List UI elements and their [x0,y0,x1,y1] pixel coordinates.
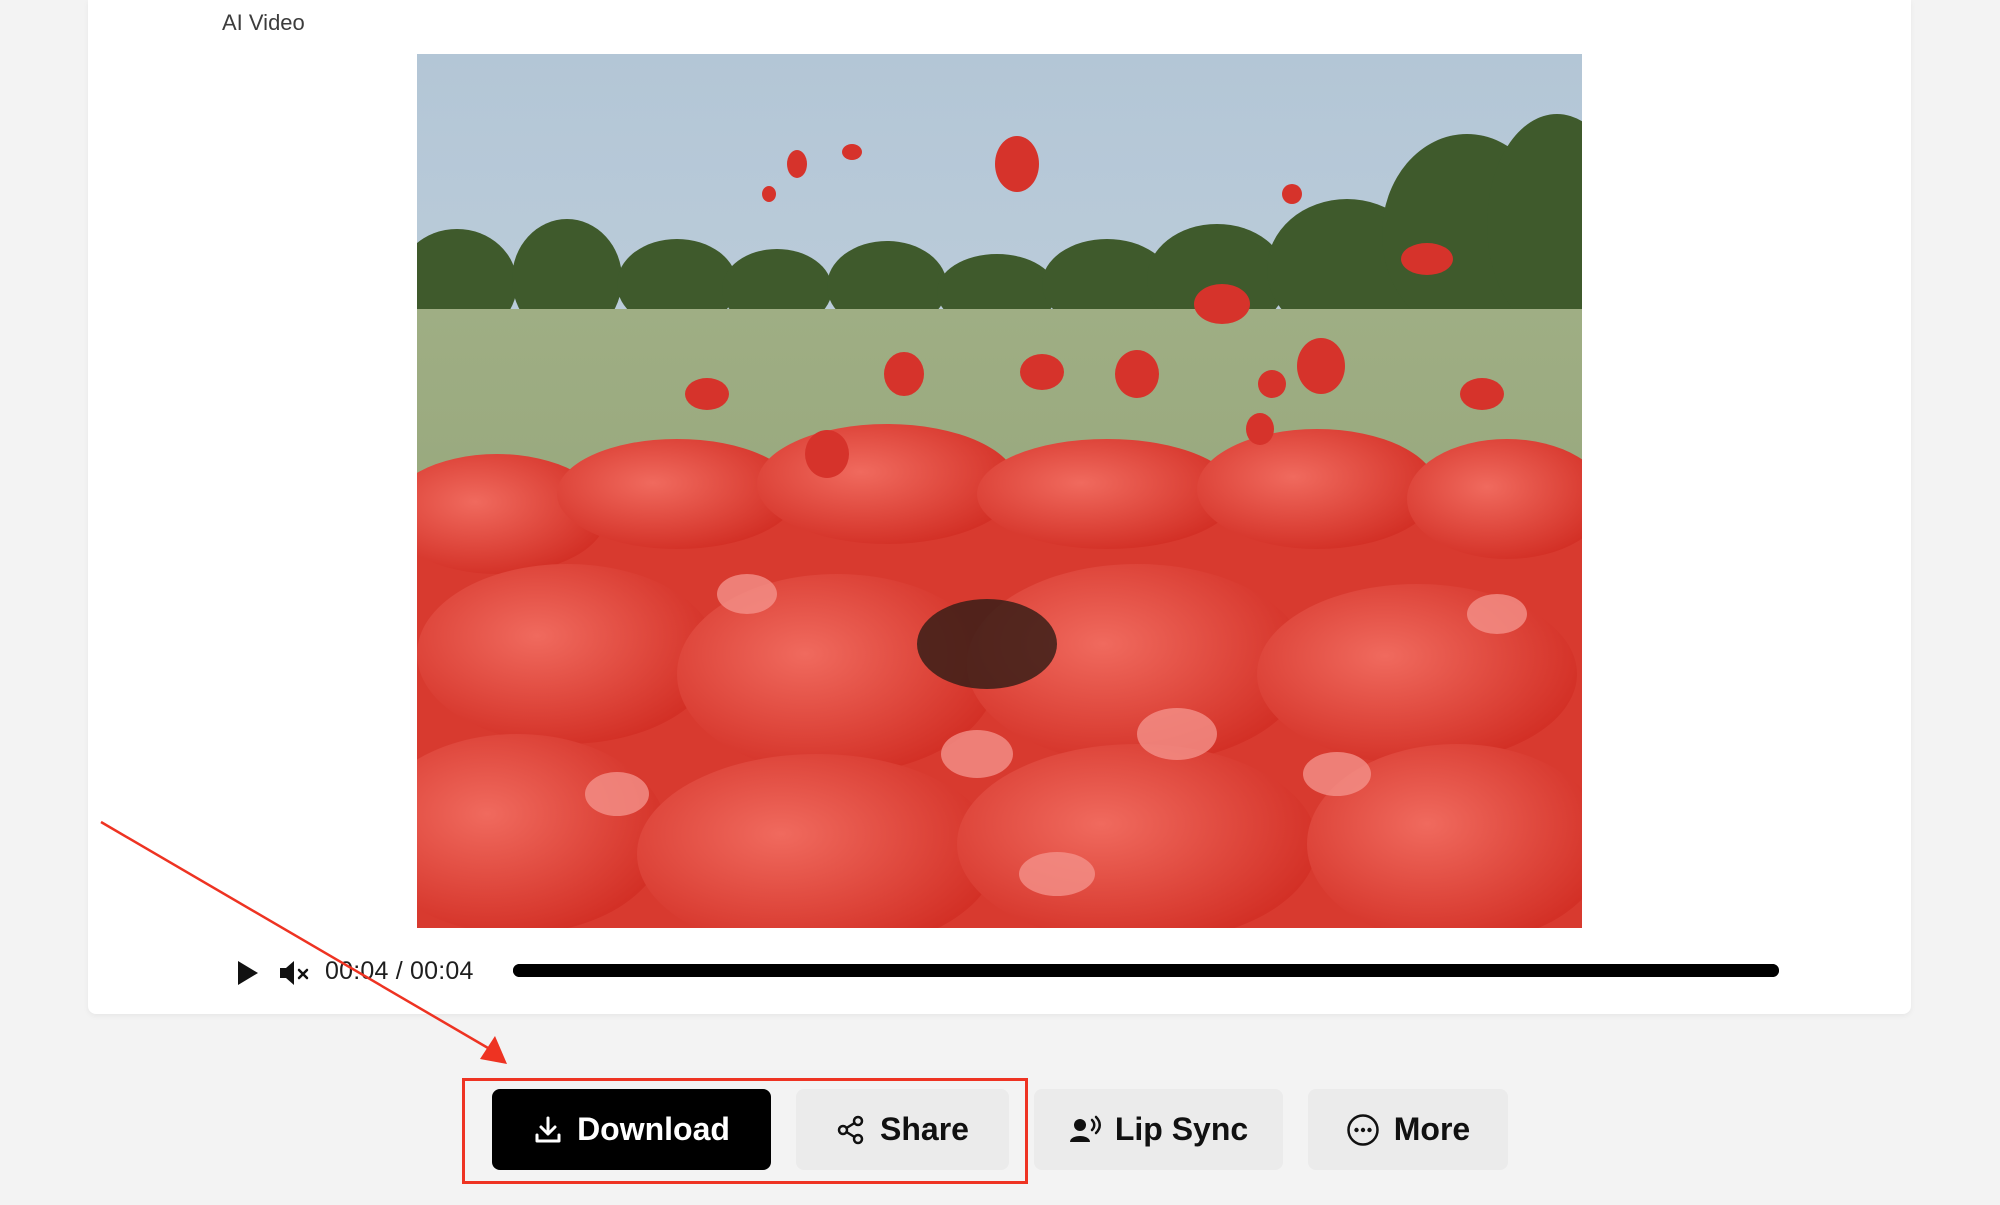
muted-speaker-icon[interactable] [276,955,312,991]
video-frame [417,54,1582,928]
time-display: 00:04 / 00:04 [325,957,474,985]
share-button[interactable]: Share [796,1089,1009,1170]
progress-bar[interactable] [513,964,1779,977]
download-button[interactable]: Download [492,1089,771,1170]
card-title: AI Video [222,10,305,35]
lip-sync-button[interactable]: Lip Sync [1034,1089,1283,1170]
speaking-person-icon [1069,1115,1101,1142]
video-player[interactable] [417,54,1582,928]
share-label: Share [880,1111,969,1147]
download-icon [535,1116,561,1142]
download-label: Download [577,1111,730,1147]
play-icon[interactable] [229,955,265,991]
share-icon [837,1115,864,1144]
lip-sync-label: Lip Sync [1114,1111,1249,1147]
more-button[interactable]: More [1308,1089,1508,1170]
more-dots-icon [1347,1113,1379,1146]
more-label: More [1393,1111,1471,1147]
progress-fill [513,964,1779,977]
